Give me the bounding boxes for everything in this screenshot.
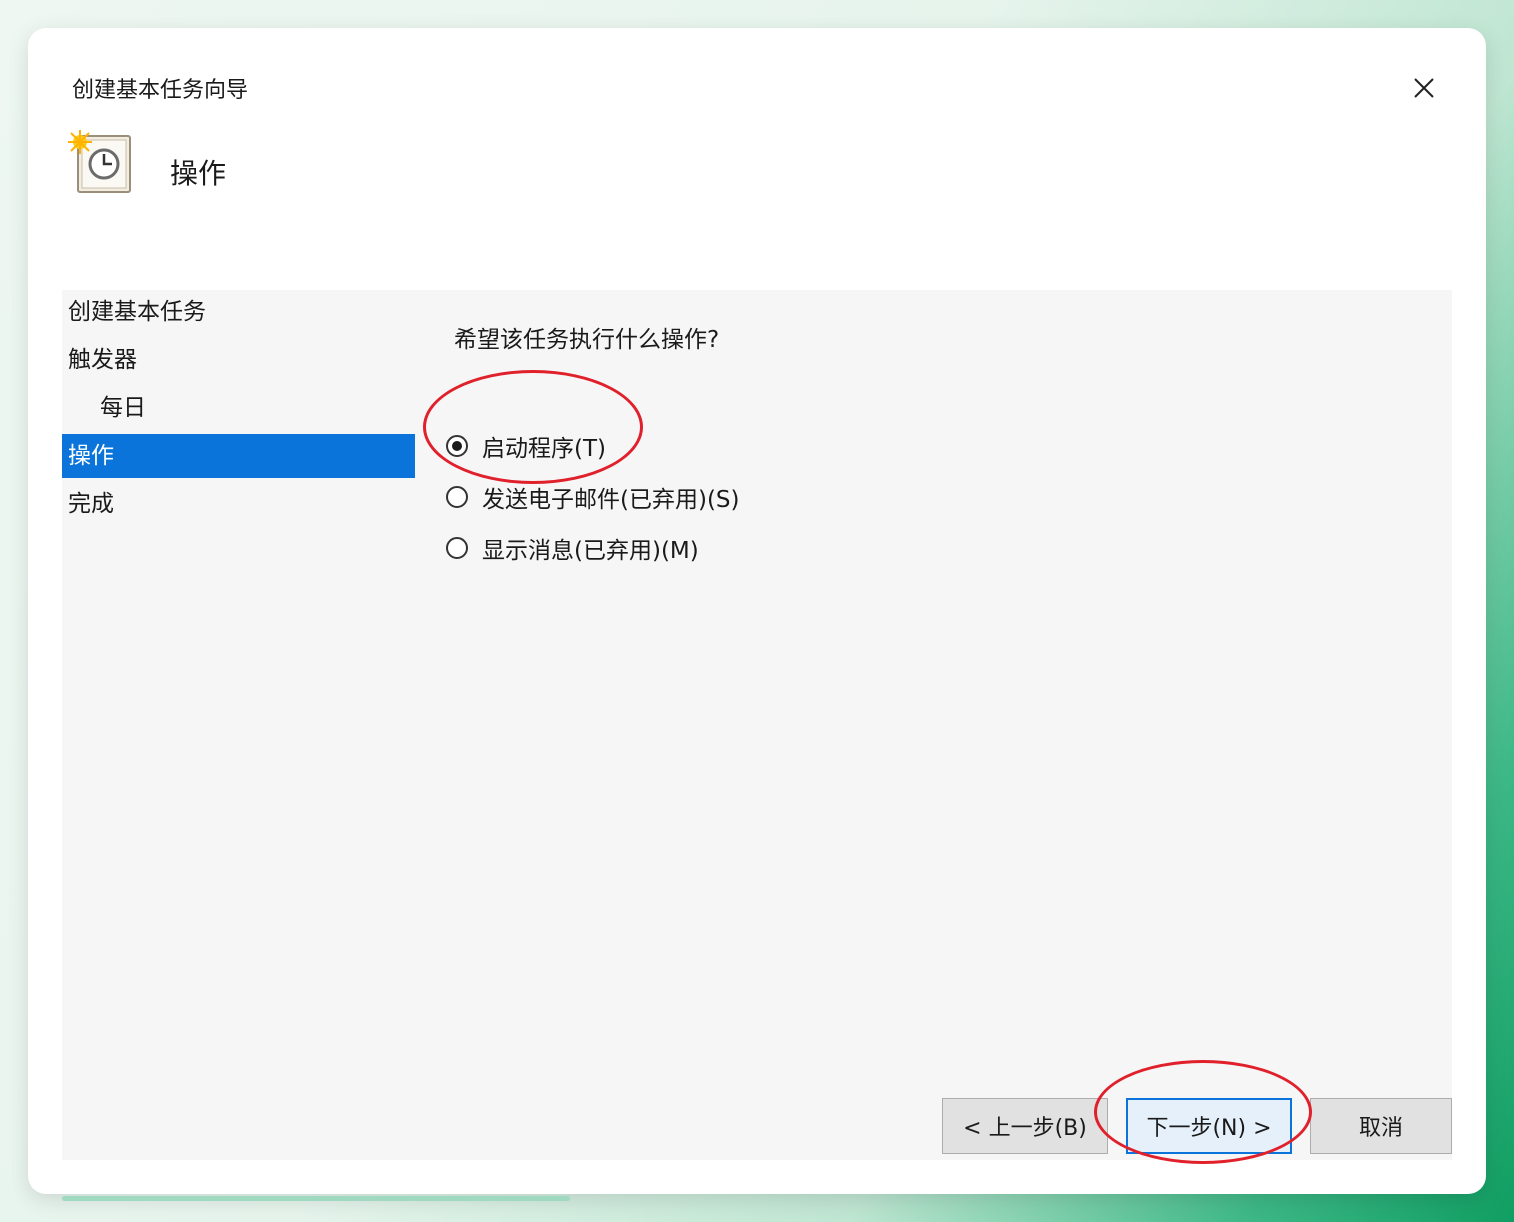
wizard-steps-list: 创建基本任务 触发器 每日 操作 完成 xyxy=(62,290,415,530)
close-button[interactable] xyxy=(1402,68,1446,108)
scheduled-task-clock-icon xyxy=(68,130,134,196)
option-label: 发送电子邮件(已弃用)(S) xyxy=(482,487,740,513)
option-start-program[interactable]: 启动程序(T) xyxy=(446,429,606,463)
next-button[interactable]: 下一步(N) > xyxy=(1126,1098,1292,1154)
task-wizard-dialog: 创建基本任务向导 操作 创建基本任务 触发器 每日 操作 完成 希望该任务执行什… xyxy=(62,62,1452,1164)
radio-start-program[interactable] xyxy=(446,435,468,457)
option-show-message[interactable]: 显示消息(已弃用)(M) xyxy=(446,531,699,565)
close-icon xyxy=(1414,78,1434,98)
window-title: 创建基本任务向导 xyxy=(72,78,249,103)
wizard-body: 创建基本任务 触发器 每日 操作 完成 希望该任务执行什么操作? 启动程序(T)… xyxy=(62,290,1452,1164)
cancel-button[interactable]: 取消 xyxy=(1310,1098,1452,1154)
step-action[interactable]: 操作 xyxy=(62,434,415,478)
back-button[interactable]: < 上一步(B) xyxy=(942,1098,1108,1154)
action-question: 希望该任务执行什么操作? xyxy=(454,327,720,353)
step-daily[interactable]: 每日 xyxy=(62,386,415,430)
step-create-basic-task[interactable]: 创建基本任务 xyxy=(62,290,415,334)
option-label: 显示消息(已弃用)(M) xyxy=(482,538,699,564)
step-trigger[interactable]: 触发器 xyxy=(62,338,415,382)
horizontal-scrollbar[interactable] xyxy=(62,1196,570,1201)
option-label: 启动程序(T) xyxy=(482,436,606,462)
radio-show-message[interactable] xyxy=(446,537,468,559)
radio-selected-dot xyxy=(452,441,462,451)
step-finish[interactable]: 完成 xyxy=(62,482,415,526)
radio-send-email[interactable] xyxy=(446,486,468,508)
page-title: 操作 xyxy=(170,157,227,190)
annotation-circle-start-program xyxy=(423,370,643,484)
option-send-email[interactable]: 发送电子邮件(已弃用)(S) xyxy=(446,480,740,514)
